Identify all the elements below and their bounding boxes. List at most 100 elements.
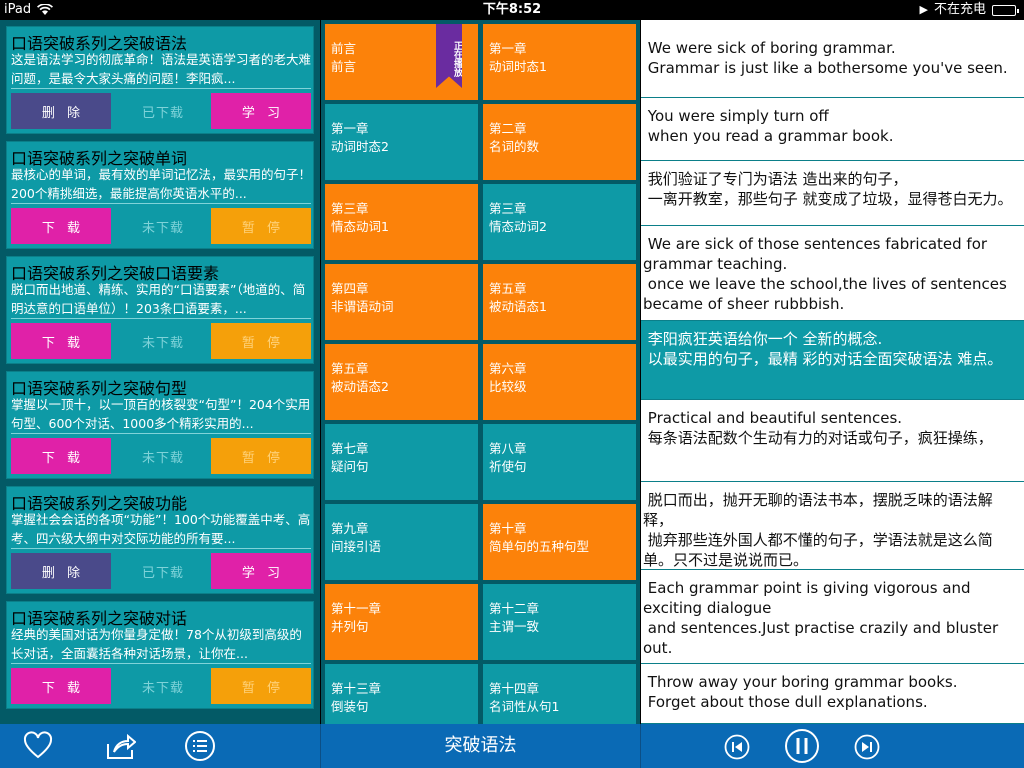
sentence-row[interactable]: 我们验证了专门为语法 造出来的句子， 一离开教室，那些句子 就变成了垃圾，显得苍… [641, 161, 1024, 226]
chapter-cell[interactable]: 第八章 祈使句 [483, 424, 636, 500]
sentence-row[interactable]: 脱口而出，抛开无聊的语法书本，摆脱乏味的语法解释， 抛弃那些连外国人都不懂的句子… [641, 482, 1024, 570]
download-status: 未下载 [141, 680, 184, 696]
previous-icon[interactable] [724, 734, 750, 760]
download-status: 未下载 [141, 450, 184, 466]
status-bar: iPad 下午8:52 ▶ 不在充电 [0, 0, 1024, 20]
sentence-row[interactable]: You were simply turn off when you read a… [641, 98, 1024, 161]
pause-icon[interactable] [784, 728, 820, 764]
chapter-name: 动词时态1 [489, 59, 547, 74]
sentence-row[interactable]: Practical and beautiful sentences. 每条语法配… [641, 400, 1024, 482]
heart-icon[interactable] [22, 730, 54, 762]
chapter-name: 情态动词2 [489, 219, 547, 234]
chapter-name: 动词时态2 [331, 139, 389, 154]
list-icon[interactable] [184, 730, 216, 762]
course-description: 经典的美国对话为你量身定做！78个从初级到高级的长对话，全面囊括各种对话场景，让… [11, 627, 302, 661]
chapter-name: 祈使句 [489, 459, 527, 474]
chapter-cell[interactable]: 第十章简单句的五种句型 [483, 504, 636, 580]
share-icon[interactable] [104, 730, 136, 762]
download-button[interactable]: 下 载 [11, 323, 111, 359]
study-button[interactable]: 学 习 [211, 553, 311, 589]
pause-button[interactable]: 暂 停 [211, 668, 311, 704]
pause-button[interactable]: 暂 停 [211, 323, 311, 359]
sentence-list: We were sick of boring grammar. Grammar … [641, 20, 1024, 724]
divider [11, 203, 311, 204]
chapter-number: 第六章 [489, 361, 527, 376]
chapter-cell[interactable]: 第九章 间接引语 [325, 504, 478, 580]
chapter-number: 第十章 [489, 521, 527, 536]
sentence-row[interactable]: Throw away your boring grammar books. Fo… [641, 664, 1024, 724]
chapter-name: 被动语态1 [489, 299, 547, 314]
sentence-row[interactable]: We were sick of boring grammar. Grammar … [641, 30, 1024, 98]
chapter-name: 并列句 [331, 619, 369, 634]
chapter-cell[interactable]: 第五章 被动语态2 [325, 344, 478, 420]
chapter-number: 第八章 [489, 441, 527, 456]
chapter-name: 比较级 [489, 379, 527, 394]
now-playing-ribbon: 正在播放 [436, 24, 462, 88]
chapter-cell[interactable]: 第三章 情态动词1 [325, 184, 478, 260]
chapter-name: 简单句的五种句型 [489, 539, 590, 554]
chapter-number: 第三章 [489, 201, 527, 216]
chapter-number: 第一章 [489, 41, 527, 56]
chapter-number: 第十二章 [489, 601, 540, 616]
sentence-row[interactable]: Each grammar point is giving vigorous an… [641, 570, 1024, 664]
status-time: 下午8:52 [482, 2, 542, 17]
course-description: 脱口而出地道、精练、实用的“口语要素”（地道的、简明达意的口语单位）！203条口… [11, 282, 306, 316]
chapter-name: 情态动词1 [331, 219, 389, 234]
chapter-number: 第四章 [331, 281, 369, 296]
chapter-cell[interactable]: 第十二章 主谓一致 [483, 584, 636, 660]
course-card[interactable]: 口语突破系列之突破语法 这是语法学习的彻底革命！语法是英语学习者的老大难问题，是最… [6, 26, 314, 134]
course-card[interactable]: 口语突破系列之突破句型 掌握以一顶十，以一顶百的核裂变“句型”！204个实用句型、… [6, 371, 314, 479]
chapter-name: 间接引语 [331, 539, 382, 554]
sentence-row[interactable]: 李阳疯狂英语给你一个 全新的概念. 以最实用的句子，最精 彩的对话全面突破语法 … [641, 321, 1024, 400]
chapter-cell[interactable]: 第七章 疑问句 [325, 424, 478, 500]
chapter-cell[interactable]: 第一章动词时态1 [483, 24, 636, 100]
course-card[interactable]: 口语突破系列之突破单词 最核心的单词，最有效的单词记忆法，最实用的句子！200个精… [6, 141, 314, 249]
sentence-row[interactable]: We are sick of those sentences fabricate… [641, 226, 1024, 321]
divider [11, 318, 311, 319]
divider [11, 548, 311, 549]
chapter-number: 第五章 [331, 361, 369, 376]
battery-icon [992, 4, 1019, 16]
bottom-toolbar: 突破语法 [0, 724, 1024, 768]
chapter-cell[interactable]: 第二章 名词的数 [483, 104, 636, 180]
chapter-number: 第一章 [331, 121, 369, 136]
next-icon[interactable] [854, 734, 880, 760]
chapter-cell[interactable]: 第五章 被动语态1 [483, 264, 636, 340]
download-status: 已下载 [141, 105, 184, 121]
download-button[interactable]: 下 载 [11, 208, 111, 244]
chapter-cell[interactable]: 第四章 非谓语动词 [325, 264, 478, 340]
chapter-name: 疑问句 [331, 459, 369, 474]
download-button[interactable]: 下 载 [11, 438, 111, 474]
chapter-name: 倒装句 [331, 699, 369, 714]
chapter-cell[interactable]: 前言 前言 正在播放 [325, 24, 478, 100]
chapter-cell[interactable]: 第三章情态动词2 [483, 184, 636, 260]
chapter-number: 第十四章 [489, 681, 540, 696]
course-card[interactable]: 口语突破系列之突破功能 掌握社会会话的各项“功能”！100个功能覆盖中考、高考、四… [6, 486, 314, 594]
chapter-cell[interactable]: 第十三章 倒装句 [325, 664, 478, 724]
download-status: 未下载 [141, 220, 184, 236]
study-button[interactable]: 学 习 [211, 93, 311, 129]
sentence-text: We are sick of those sentences fabricate… [643, 235, 1007, 313]
course-description: 这是语法学习的彻底革命！语法是英语学习者的老大难问题，是最令大家头痛的问题！李阳… [11, 52, 311, 86]
course-card[interactable]: 口语突破系列之突破口语要素 脱口而出地道、精练、实用的“口语要素”（地道的、简明达… [6, 256, 314, 364]
chapter-number: 第十一章 [331, 601, 382, 616]
chapter-cell[interactable]: 第六章 比较级 [483, 344, 636, 420]
chapter-cell[interactable]: 第一章动词时态2 [325, 104, 478, 180]
course-list: 口语突破系列之突破语法 这是语法学习的彻底革命！语法是英语学习者的老大难问题，是最… [0, 20, 320, 724]
sentence-text: 李阳疯狂英语给你一个 全新的概念. 以最实用的句子，最精 彩的对话全面突破语法 … [647, 330, 1003, 368]
course-description: 掌握以一顶十，以一顶百的核裂变“句型”！204个实用句型、600个对话、1000… [11, 397, 311, 431]
divider [11, 88, 311, 89]
course-card[interactable]: 口语突破系列之突破对话 经典的美国对话为你量身定做！78个从初级到高级的长对话，全… [6, 601, 314, 709]
delete-button[interactable]: 删 除 [11, 93, 111, 129]
chapter-cell[interactable]: 第十四章 名词性从句1 [483, 664, 636, 724]
battery-text: 不在充电 [933, 2, 986, 17]
pause-button[interactable]: 暂 停 [211, 208, 311, 244]
download-button[interactable]: 下 载 [11, 668, 111, 704]
delete-button[interactable]: 删 除 [11, 553, 111, 589]
chapter-name: 非谓语动词 [331, 299, 394, 314]
sentence-text: Practical and beautiful sentences. 每条语法配… [647, 409, 993, 447]
chapter-cell[interactable]: 第十一章 并列句 [325, 584, 478, 660]
pause-button[interactable]: 暂 停 [211, 438, 311, 474]
toolbar-title: 突破语法 [444, 735, 517, 756]
chapter-number: 第七章 [331, 441, 369, 456]
